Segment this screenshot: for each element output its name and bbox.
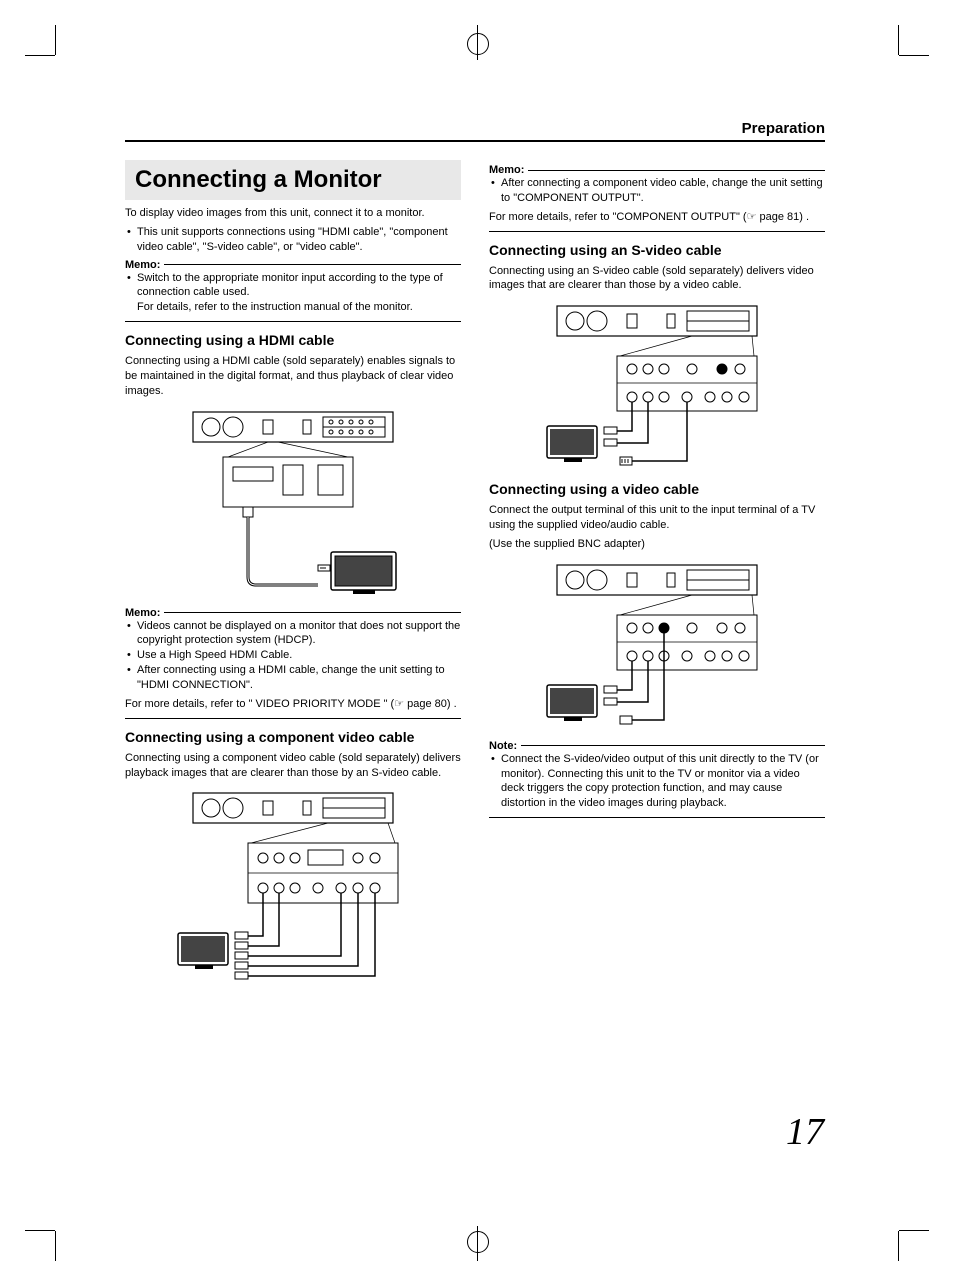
intro-text: To display video images from this unit, … (125, 206, 461, 221)
page-title: Connecting a Monitor (125, 160, 461, 200)
page-content: Preparation Connecting a Monitor To disp… (125, 120, 825, 998)
hdmi-diagram-svg (173, 407, 413, 597)
component-memo-list: After connecting a component video cable… (489, 176, 825, 206)
svideo-diagram (489, 301, 825, 471)
hdmi-memo-item: Videos cannot be displayed on a monitor … (125, 619, 461, 649)
memo-rule (528, 170, 825, 171)
page-number: 17 (786, 1110, 824, 1154)
video-note-item: Connect the S-video/video output of this… (489, 752, 825, 811)
divider (489, 817, 825, 818)
video-diagram (489, 560, 825, 730)
svideo-diagram-svg (532, 301, 782, 471)
note-label: Note: (489, 740, 517, 752)
intro-bullets: This unit supports connections using "HD… (125, 225, 461, 255)
video-body: Connect the output terminal of this unit… (489, 503, 825, 533)
note-rule (521, 745, 825, 746)
video-heading: Connecting using a video cable (489, 481, 825, 497)
memo-rule (164, 612, 461, 613)
hdmi-body: Connecting using a HDMI cable (sold sepa… (125, 354, 461, 399)
memo-label: Memo: (489, 164, 524, 176)
divider (125, 321, 461, 322)
divider (125, 718, 461, 719)
memo-rule (164, 264, 461, 265)
memo-label: Memo: (125, 607, 160, 619)
two-column-layout: Connecting a Monitor To display video im… (125, 160, 825, 998)
divider (489, 231, 825, 232)
component-heading: Connecting using a component video cable (125, 729, 461, 745)
memo-heading: Memo: (125, 607, 461, 619)
component-memo-item: After connecting a component video cable… (489, 176, 825, 206)
component-diagram (125, 788, 461, 988)
right-column: Memo: After connecting a component video… (489, 160, 825, 998)
hdmi-memo-item: Use a High Speed HDMI Cable. (125, 648, 461, 663)
hdmi-memo-list: Videos cannot be displayed on a monitor … (125, 619, 461, 693)
memo1-item: Switch to the appropriate monitor input … (125, 271, 461, 316)
memo-heading: Memo: (489, 164, 825, 176)
intro-bullet: This unit supports connections using "HD… (125, 225, 461, 255)
component-diagram-svg (163, 788, 423, 988)
note-heading: Note: (489, 740, 825, 752)
memo1-text: Switch to the appropriate monitor input … (137, 272, 443, 299)
memo-label: Memo: (125, 259, 160, 271)
hdmi-footer: For more details, refer to " VIDEO PRIOR… (125, 697, 461, 712)
memo-heading: Memo: (125, 259, 461, 271)
left-column: Connecting a Monitor To display video im… (125, 160, 461, 998)
component-footer: For more details, refer to "COMPONENT OU… (489, 210, 825, 225)
hdmi-memo-item: After connecting using a HDMI cable, cha… (125, 663, 461, 693)
component-body: Connecting using a component video cable… (125, 751, 461, 781)
hdmi-diagram (125, 407, 461, 597)
svideo-body: Connecting using an S-video cable (sold … (489, 264, 825, 294)
section-header: Preparation (125, 120, 825, 142)
svideo-heading: Connecting using an S-video cable (489, 242, 825, 258)
memo1-subtext: For details, refer to the instruction ma… (137, 300, 461, 315)
video-note-list: Connect the S-video/video output of this… (489, 752, 825, 811)
video-body2: (Use the supplied BNC adapter) (489, 537, 825, 552)
video-diagram-svg (532, 560, 782, 730)
hdmi-heading: Connecting using a HDMI cable (125, 332, 461, 348)
memo1-list: Switch to the appropriate monitor input … (125, 271, 461, 316)
